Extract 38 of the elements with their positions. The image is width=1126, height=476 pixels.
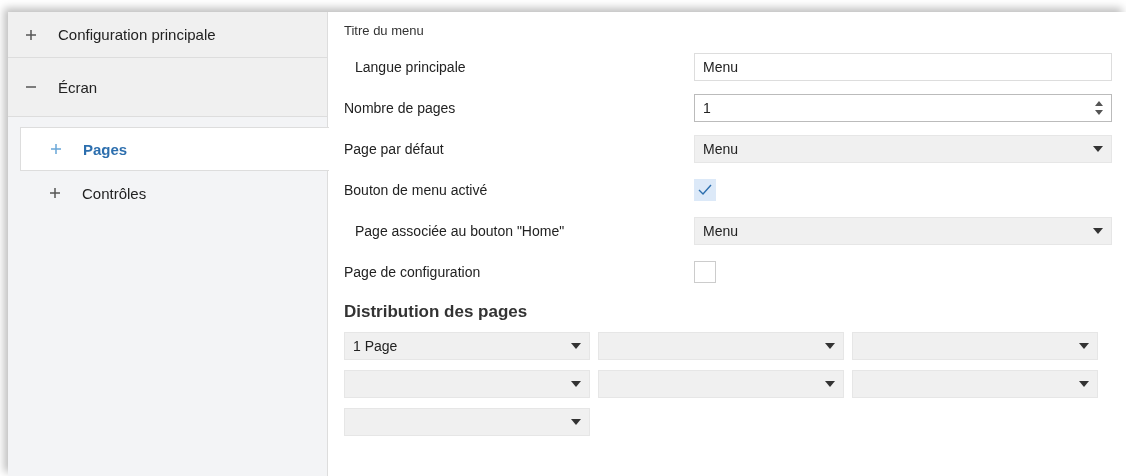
dropdown[interactable] bbox=[344, 370, 590, 398]
field-label: Page par défaut bbox=[344, 140, 445, 157]
caret-icon bbox=[571, 343, 581, 349]
checkbox[interactable] bbox=[694, 178, 716, 201]
checkbox[interactable] bbox=[694, 260, 716, 283]
dropdown[interactable]: Menu bbox=[694, 134, 1112, 163]
checkmark-icon bbox=[698, 184, 712, 195]
dropdown[interactable] bbox=[344, 408, 590, 436]
expand-icon[interactable] bbox=[50, 188, 60, 198]
tree-item[interactable]: Configuration principale bbox=[8, 12, 327, 58]
expand-icon[interactable] bbox=[51, 144, 61, 154]
field-label: Bouton de menu activé bbox=[344, 181, 489, 198]
number-field[interactable]: 1 bbox=[694, 93, 1112, 122]
caret-icon bbox=[571, 381, 581, 387]
field-label: Page de configuration bbox=[344, 263, 482, 280]
caret-icon bbox=[825, 381, 835, 387]
dropdown[interactable] bbox=[852, 332, 1098, 360]
tree-item[interactable]: Écran bbox=[8, 58, 327, 116]
tree-item[interactable]: Pages bbox=[20, 127, 329, 171]
text-field[interactable]: Menu bbox=[694, 52, 1112, 81]
expand-icon[interactable] bbox=[26, 29, 36, 40]
caret-icon bbox=[1079, 381, 1089, 387]
dropdown[interactable] bbox=[598, 370, 844, 398]
section-label: Titre du menu bbox=[344, 23, 424, 38]
section-heading: Distribution des pages bbox=[344, 302, 528, 322]
caret-icon bbox=[825, 343, 835, 349]
dropdown[interactable]: Menu bbox=[694, 216, 1112, 245]
field-label: Nombre de pages bbox=[344, 99, 457, 116]
dropdown[interactable] bbox=[852, 370, 1098, 398]
dropdown[interactable]: 1 Page bbox=[344, 332, 590, 360]
dropdown[interactable] bbox=[598, 332, 844, 360]
caret-icon bbox=[1093, 145, 1103, 152]
caret-icon bbox=[1079, 343, 1089, 349]
field-label: Page associée au bouton "Home" bbox=[354, 222, 566, 239]
caret-icon bbox=[1093, 227, 1103, 234]
caret-icon bbox=[571, 419, 581, 425]
field-label: Langue principale bbox=[354, 58, 467, 75]
spinner-arrows-icon[interactable] bbox=[1095, 100, 1103, 115]
